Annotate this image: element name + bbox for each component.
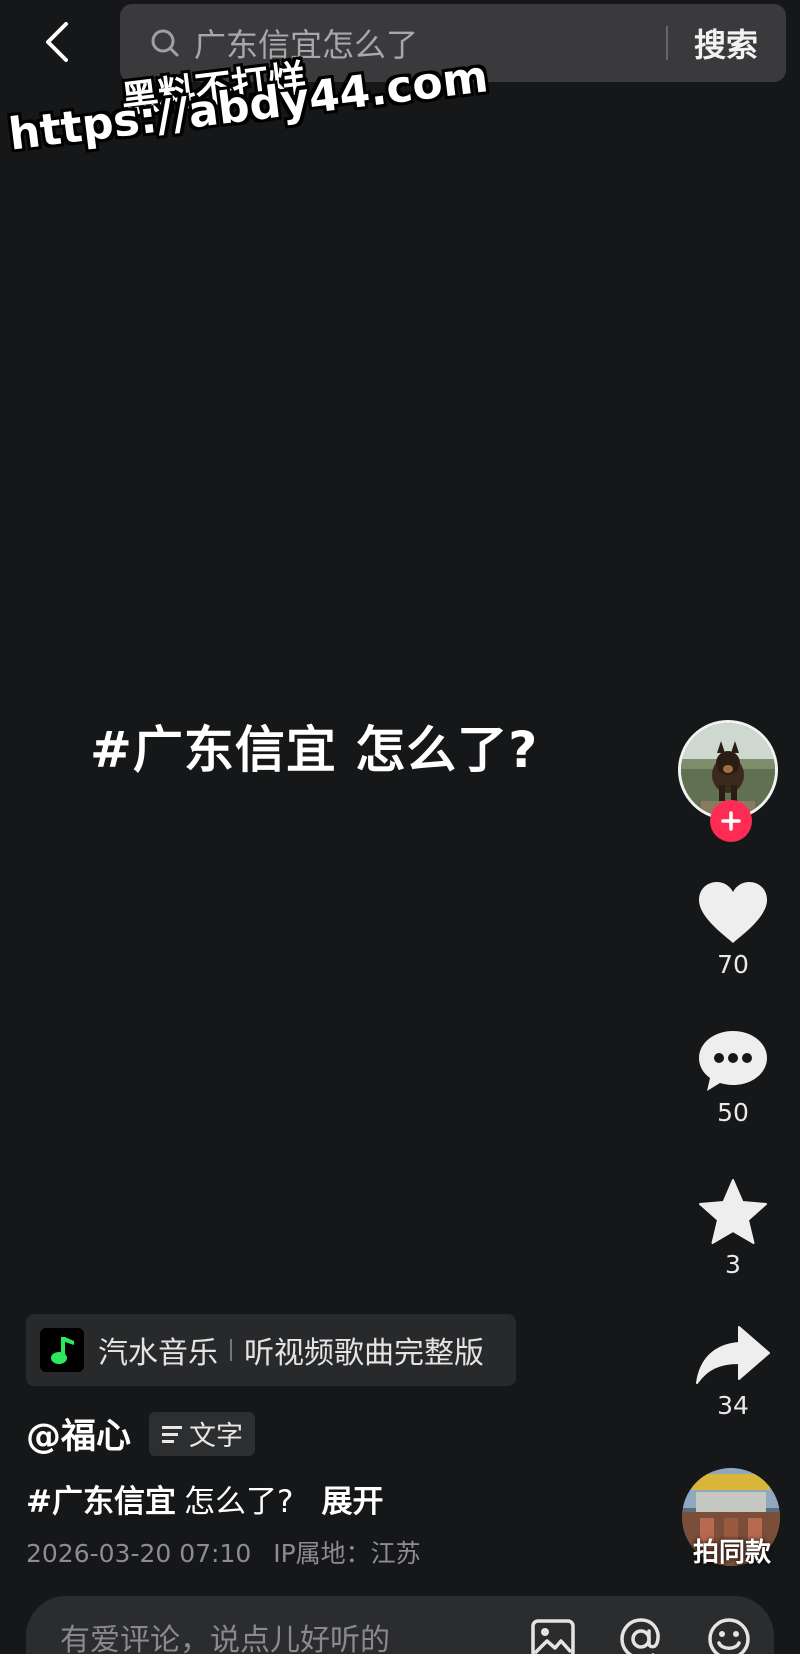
hashtag-link[interactable]: #广东信宜 bbox=[26, 1476, 176, 1521]
heart-icon bbox=[699, 882, 767, 943]
expand-button[interactable]: 展开 bbox=[321, 1476, 383, 1521]
ip-location: IP属地：江苏 bbox=[273, 1539, 421, 1568]
search-icon bbox=[150, 28, 180, 58]
post-meta: 2026-03-20 07:10 IP属地：江苏 bbox=[26, 1534, 421, 1570]
same-style-label[interactable]: 拍同款 bbox=[684, 1532, 780, 1569]
star-icon bbox=[699, 1179, 767, 1244]
emoji-button[interactable] bbox=[704, 1614, 754, 1654]
music-app-logo bbox=[40, 1328, 84, 1372]
like-button[interactable]: 70 bbox=[688, 880, 778, 979]
back-button[interactable] bbox=[34, 18, 78, 66]
author-avatar-button[interactable] bbox=[678, 720, 782, 842]
lines-icon bbox=[162, 1425, 183, 1443]
author-name[interactable]: @福心 bbox=[26, 1408, 131, 1459]
comment-button[interactable]: 50 bbox=[688, 1028, 778, 1127]
search-button[interactable]: 搜索 bbox=[694, 20, 758, 66]
image-button[interactable] bbox=[528, 1614, 578, 1654]
follow-button[interactable] bbox=[710, 800, 752, 842]
author-row: @福心 文字 bbox=[26, 1408, 256, 1459]
image-icon bbox=[531, 1619, 575, 1654]
music-note-icon bbox=[51, 1337, 74, 1364]
text-tag-button[interactable]: 文字 bbox=[149, 1411, 256, 1456]
search-input[interactable] bbox=[194, 13, 666, 73]
share-count: 34 bbox=[717, 1391, 749, 1420]
music-separator bbox=[230, 1339, 232, 1361]
text-tag-label: 文字 bbox=[189, 1421, 244, 1452]
search-divider bbox=[665, 26, 668, 60]
share-button[interactable]: 34 bbox=[688, 1325, 778, 1420]
mention-button[interactable] bbox=[616, 1614, 666, 1654]
plus-icon bbox=[721, 811, 741, 831]
video-detail-screen: 搜索 黑料不打烊 https://abdy44.com #广东信宜 怎么了? bbox=[0, 0, 800, 1654]
chevron-left-icon bbox=[46, 22, 68, 62]
comment-count: 50 bbox=[717, 1098, 749, 1127]
like-count: 70 bbox=[717, 950, 749, 979]
share-arrow-icon bbox=[696, 1326, 770, 1384]
favorite-count: 3 bbox=[725, 1250, 741, 1279]
post-timestamp: 2026-03-20 07:10 bbox=[26, 1539, 252, 1568]
video-caption: #广东信宜 怎么了? bbox=[90, 721, 539, 779]
comment-input[interactable] bbox=[60, 1614, 490, 1654]
search-bar: 搜索 bbox=[120, 4, 786, 82]
favorite-button[interactable]: 3 bbox=[688, 1178, 778, 1279]
music-description: 听视频歌曲完整版 bbox=[244, 1336, 484, 1371]
music-chip[interactable]: 汽水音乐 听视频歌曲完整版 bbox=[26, 1314, 516, 1386]
comment-bar bbox=[26, 1596, 774, 1654]
chat-bubble-icon bbox=[699, 1031, 767, 1091]
post-description: #广东信宜 怎么了? 展开 bbox=[26, 1476, 383, 1521]
emoji-icon bbox=[708, 1618, 750, 1654]
description-text: 怎么了? bbox=[183, 1484, 294, 1520]
music-app-name: 汽水音乐 bbox=[98, 1336, 218, 1371]
at-icon bbox=[620, 1618, 660, 1654]
